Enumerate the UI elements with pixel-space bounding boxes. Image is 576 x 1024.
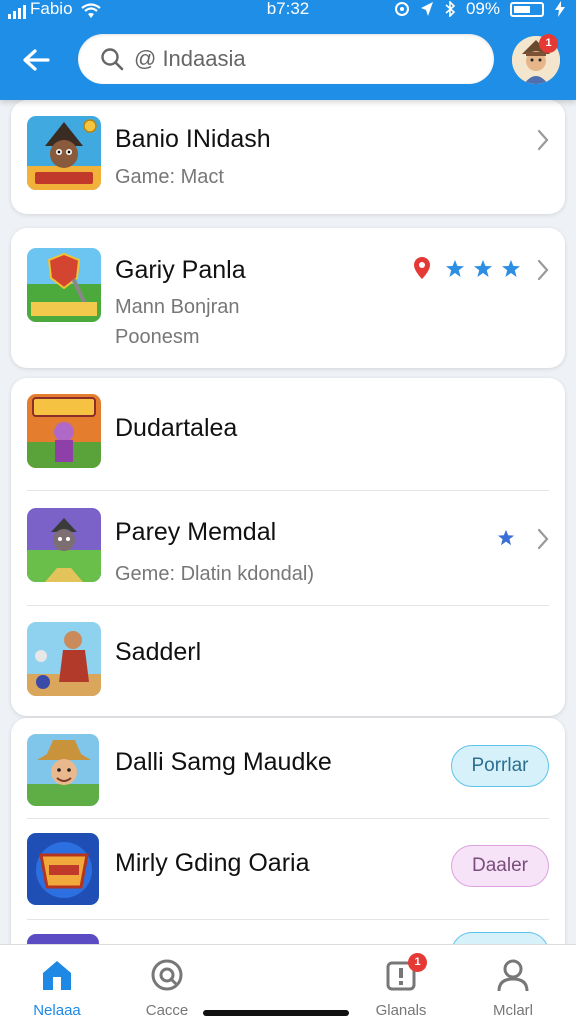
chevron-right-icon — [537, 129, 549, 151]
arrow-left-icon — [23, 49, 50, 71]
game-thumbnail — [27, 248, 101, 322]
bluetooth-icon — [445, 1, 456, 17]
game-title: Banio INidash — [115, 125, 271, 153]
chevron-right-icon — [537, 259, 549, 281]
profile-notification-badge: 1 — [539, 34, 558, 53]
list-item[interactable]: Sadderl — [11, 606, 565, 716]
nav-notifications[interactable]: 1 Glanals — [346, 945, 456, 1024]
list-card: Gariy Panla Mann Bonjran Poonesm — [11, 228, 565, 368]
nav-home[interactable]: Nelaaa — [2, 945, 112, 1024]
list-card: Dalli Samg Maudke Porrlar Mirly Gding Oa… — [11, 718, 565, 944]
list-item[interactable]: Banio INidash Game: Mact — [11, 100, 565, 214]
badge-game-icon — [27, 833, 99, 905]
list-item[interactable]: Dudartalea — [11, 378, 565, 490]
app-header: Fabio b7:32 09% @ Indaasia 1 — [0, 0, 576, 100]
game-thumbnail — [27, 934, 99, 944]
wizard-game-icon — [27, 116, 101, 190]
game-thumbnail — [27, 116, 101, 190]
list-item[interactable]: Gariy Panla Mann Bonjran Poonesm — [11, 228, 565, 368]
game-title: Gariy Panla — [115, 256, 246, 284]
game-thumbnail — [27, 833, 99, 905]
game-subtitle: Geme: Dlatin kdondal) — [115, 563, 314, 585]
popular-button[interactable]: Porrlar — [451, 745, 549, 787]
location-arrow-icon — [420, 2, 433, 16]
status-bar: Fabio b7:32 09% — [0, 0, 576, 20]
game-title: Dudartalea — [115, 414, 238, 442]
nav-profile[interactable]: Mclarl — [458, 945, 568, 1024]
game-title: Parey Memdal — [115, 518, 277, 546]
nav-notifications-label: Glanals — [375, 1002, 427, 1019]
game-subtitle: Game: Mact — [115, 166, 224, 188]
list-item[interactable]: Mirly Gding Oaria Daaler — [11, 819, 565, 919]
search-bar[interactable] — [78, 34, 494, 84]
search-input[interactable] — [134, 46, 474, 72]
game-thumbnail — [27, 508, 101, 582]
back-button[interactable] — [14, 40, 58, 80]
battery-icon — [510, 1, 544, 17]
game-list: Banio INidash Game: Mact Gariy Panla Man… — [0, 100, 576, 944]
home-indicator[interactable] — [203, 1010, 349, 1016]
game-subtitle-2: Poonesm — [115, 326, 200, 348]
hero-game-icon — [27, 622, 101, 696]
list-item[interactable]: Dalli Samg Maudke Porrlar — [11, 718, 565, 818]
shield-game-icon — [27, 248, 101, 322]
dealer-button[interactable]: Daaler — [451, 845, 549, 887]
notifications-badge: 1 — [408, 953, 427, 972]
rating-stars — [445, 258, 527, 280]
game-thumbnail — [27, 394, 101, 468]
search-icon — [101, 48, 124, 71]
list-card: Banio INidash Game: Mact — [11, 100, 565, 214]
explore-icon — [151, 959, 183, 991]
game-title: Mirly Gding Oaria — [115, 849, 310, 877]
adventure-game-icon — [27, 394, 101, 468]
location-pin-icon — [414, 257, 430, 279]
home-icon — [43, 961, 71, 990]
partial-game-icon — [27, 934, 99, 944]
charging-icon — [555, 1, 565, 17]
star-icon — [497, 529, 515, 546]
game-thumbnail — [27, 734, 99, 806]
game-thumbnail — [27, 622, 101, 696]
character-game-icon — [27, 508, 101, 582]
chevron-right-icon — [537, 528, 549, 550]
list-card: Dudartalea Parey Memdal Geme: Dlatin kdo… — [11, 378, 565, 716]
profile-icon — [497, 959, 529, 992]
list-item[interactable] — [11, 920, 565, 944]
battery-percent: 09% — [465, 0, 500, 18]
nav-home-label: Nelaaa — [33, 1002, 81, 1019]
list-item[interactable]: Parey Memdal Geme: Dlatin kdondal) — [11, 491, 565, 605]
cowboy-game-icon — [27, 734, 99, 806]
game-subtitle: Mann Bonjran — [115, 296, 240, 318]
partial-button[interactable] — [451, 932, 549, 944]
status-right: 09% — [394, 0, 566, 19]
game-title: Sadderl — [115, 638, 202, 666]
nav-profile-label: Mclarl — [493, 1002, 533, 1019]
alarm-icon — [394, 2, 409, 16]
star-icon — [446, 260, 520, 277]
game-title: Dalli Samg Maudke — [115, 748, 332, 776]
